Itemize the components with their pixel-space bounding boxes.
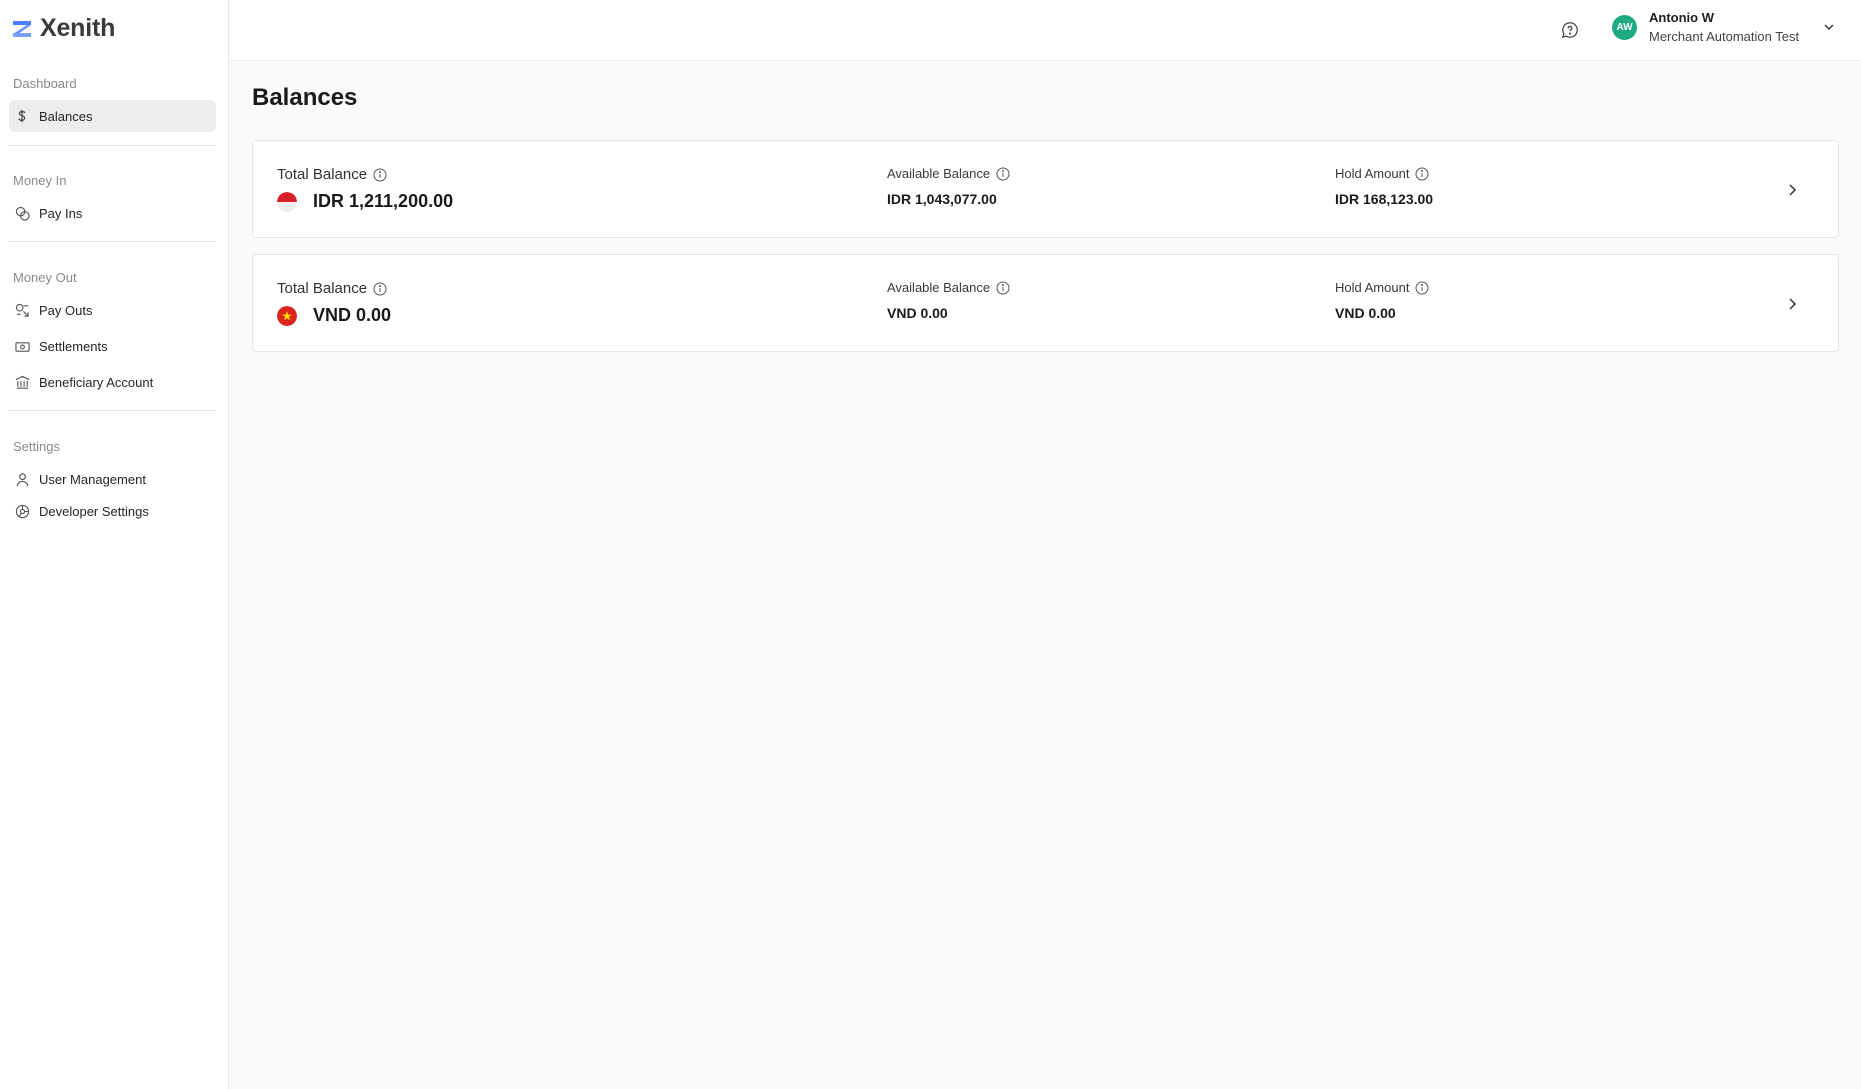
- divider: [9, 241, 216, 242]
- sidebar-item-label: Pay Ins: [39, 205, 83, 221]
- total-balance-amount: IDR 1,211,200.00: [313, 191, 454, 211]
- user-organization: Merchant Automation Test: [1649, 29, 1800, 44]
- sidebar-item-beneficiary-account[interactable]: Beneficiary Account: [9, 366, 216, 398]
- top-bar: AW Antonio W Merchant Automation Test: [229, 0, 1861, 61]
- info-icon[interactable]: [996, 167, 1010, 181]
- page-title: Balances: [252, 84, 358, 111]
- user-icon: [14, 471, 30, 487]
- hold-amount-section: Hold Amount IDR 168,123.00: [1335, 166, 1433, 207]
- total-balance-label: Total Balance: [277, 166, 368, 183]
- total-balance-label: Total Balance: [277, 280, 368, 297]
- available-balance-label: Available Balance: [887, 166, 991, 181]
- group-label-settings: Settings: [13, 439, 60, 454]
- sidebar-item-label: Beneficiary Account: [39, 374, 154, 390]
- avatar: AW: [1612, 14, 1637, 40]
- total-balance-section: Total Balance IDR 1,211,200.00: [277, 166, 453, 212]
- sidebar-item-label: User Management: [39, 471, 146, 487]
- xenith-logo-icon: [13, 20, 31, 37]
- user-name: Antonio W: [1649, 10, 1714, 25]
- sidebar-item-pay-ins[interactable]: Pay Ins: [9, 197, 216, 229]
- available-balance-amount: IDR 1,043,077.00: [887, 191, 997, 207]
- sidebar-item-label: Pay Outs: [39, 302, 93, 318]
- sidebar-item-settlements[interactable]: Settlements: [9, 330, 216, 362]
- info-icon[interactable]: [996, 281, 1010, 295]
- divider: [9, 410, 216, 411]
- support-chat-button[interactable]: [1558, 18, 1582, 42]
- divider: [9, 145, 216, 146]
- hold-amount-label: Hold Amount: [1335, 166, 1410, 181]
- chat-help-icon: [1561, 22, 1578, 39]
- sidebar-item-user-management[interactable]: User Management: [9, 463, 216, 495]
- available-balance-section: Available Balance VND 0.00: [887, 280, 1010, 321]
- hold-amount-value: VND 0.00: [1335, 305, 1396, 321]
- chevron-right-icon[interactable]: [1782, 294, 1802, 314]
- info-icon[interactable]: [1415, 167, 1429, 181]
- info-icon[interactable]: [373, 168, 387, 182]
- app-name: Xenith: [40, 14, 116, 42]
- balance-card-idr[interactable]: Total Balance IDR 1,211,200.00 Available…: [252, 140, 1839, 238]
- available-balance-label: Available Balance: [887, 280, 991, 295]
- user-menu[interactable]: AW Antonio W Merchant Automation Test: [1612, 10, 1835, 44]
- payout-icon: [14, 302, 30, 318]
- coins-icon: [14, 205, 30, 221]
- sidebar-item-pay-outs[interactable]: Pay Outs: [9, 294, 216, 326]
- group-label-dashboard: Dashboard: [13, 76, 77, 91]
- group-label-money-out: Money Out: [13, 270, 77, 285]
- available-balance-section: Available Balance IDR 1,043,077.00: [887, 166, 1010, 207]
- sidebar-item-label: Developer Settings: [39, 503, 149, 519]
- sidebar-item-label: Balances: [39, 108, 93, 124]
- hold-amount-label: Hold Amount: [1335, 280, 1410, 295]
- dollar-icon: [14, 108, 30, 124]
- bank-icon: [14, 374, 30, 390]
- hold-amount-value: IDR 168,123.00: [1335, 191, 1434, 207]
- info-icon[interactable]: [373, 282, 387, 296]
- banknote-icon: [14, 338, 30, 354]
- sidebar-item-developer-settings[interactable]: Developer Settings: [9, 495, 216, 527]
- balance-card-vnd[interactable]: Total Balance VND 0.00 Available Balance…: [252, 254, 1839, 352]
- group-label-money-in: Money In: [13, 173, 67, 188]
- sidebar: Xenith Dashboard Balances Money In Pay I…: [0, 0, 229, 1089]
- indonesia-flag-icon: [277, 191, 297, 212]
- sidebar-item-balances[interactable]: Balances: [9, 100, 216, 132]
- chevron-down-icon: [1824, 24, 1834, 30]
- total-balance-section: Total Balance VND 0.00: [277, 280, 391, 326]
- info-icon[interactable]: [1415, 281, 1429, 295]
- vietnam-flag-icon: [277, 305, 297, 326]
- available-balance-amount: VND 0.00: [887, 305, 948, 321]
- app-logo[interactable]: Xenith: [12, 14, 115, 43]
- chevron-right-icon[interactable]: [1782, 180, 1802, 200]
- sidebar-item-label: Settlements: [39, 338, 108, 354]
- hold-amount-section: Hold Amount VND 0.00: [1335, 280, 1429, 321]
- settings-icon: [14, 503, 30, 519]
- total-balance-amount: VND 0.00: [313, 305, 392, 325]
